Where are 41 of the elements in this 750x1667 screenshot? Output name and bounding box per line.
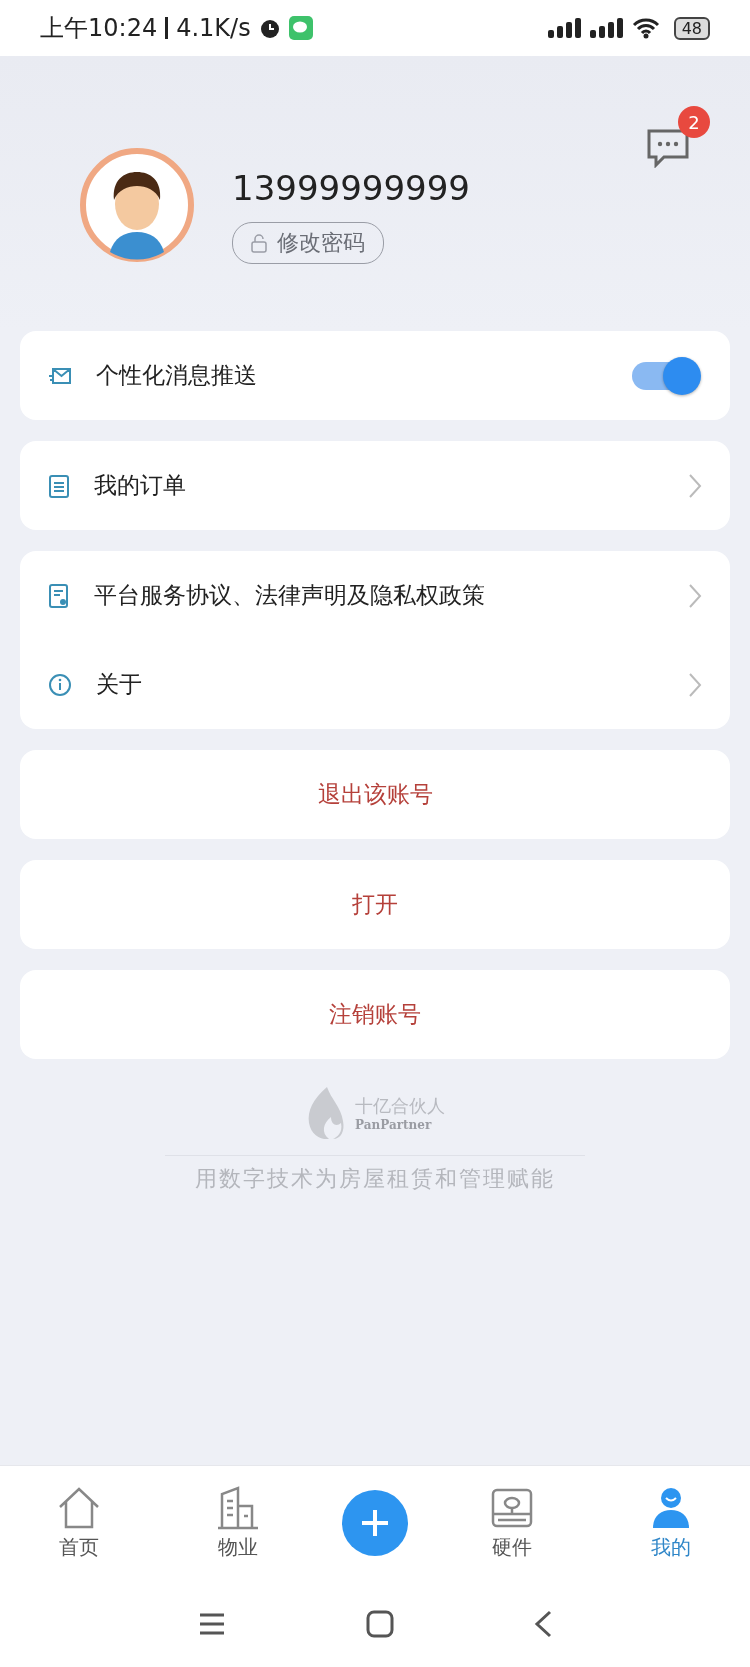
chat-icon — [646, 128, 690, 168]
nav-tab[interactable]: 首页 — [24, 1484, 135, 1562]
slogan: 用数字技术为房屋租赁和管理赋能 — [195, 1165, 555, 1193]
clipboard-icon — [48, 472, 70, 499]
message-button[interactable]: 2 — [646, 106, 710, 170]
chevron-right-icon — [688, 472, 702, 499]
lock-icon — [251, 233, 267, 253]
toggle-thumb[interactable] — [663, 356, 701, 395]
brand-name-english: PanPartner — [355, 1118, 433, 1132]
envelope-icon — [48, 365, 72, 386]
action-button[interactable]: 退出该账号 — [20, 750, 730, 839]
menu-item[interactable]: 平台服务协议、法律声明及隐私权政策 — [20, 551, 730, 640]
chevron-right-icon — [688, 582, 702, 609]
signal-icon — [547, 18, 582, 38]
info-icon — [48, 672, 72, 697]
building-icon — [216, 1485, 261, 1530]
nav-tab[interactable]: 我的 — [615, 1484, 726, 1562]
status-time: 上午10:24 — [40, 13, 158, 44]
battery-indicator: 48 — [673, 16, 710, 40]
nav-tab[interactable]: 物业 — [183, 1484, 294, 1562]
phone-number: 13999999999 — [232, 168, 470, 208]
alarm-icon — [258, 17, 281, 39]
divider-bar — [165, 17, 169, 39]
home-square-icon — [366, 1609, 394, 1638]
menu-icon — [198, 1611, 226, 1636]
setting-label: 个性化消息推送 — [96, 361, 257, 390]
nav-tab[interactable]: 硬件 — [456, 1484, 567, 1562]
signal-icon — [589, 18, 624, 38]
network-speed: 4.1K/s — [176, 14, 251, 42]
menu-item[interactable]: 我的订单 — [20, 441, 730, 530]
plus-icon — [360, 1508, 390, 1538]
chevron-right-icon — [688, 671, 702, 698]
document-icon — [48, 582, 70, 609]
message-count-badge: 2 — [678, 106, 710, 138]
chat-app-icon — [288, 16, 313, 40]
back-icon — [534, 1609, 552, 1638]
action-button[interactable]: 注销账号 — [20, 970, 730, 1059]
wifi-icon — [631, 17, 660, 39]
change-password-button[interactable]: 修改密码 — [232, 222, 384, 264]
action-button[interactable]: 打开 — [20, 860, 730, 949]
menu-item[interactable]: 关于 — [20, 640, 730, 729]
